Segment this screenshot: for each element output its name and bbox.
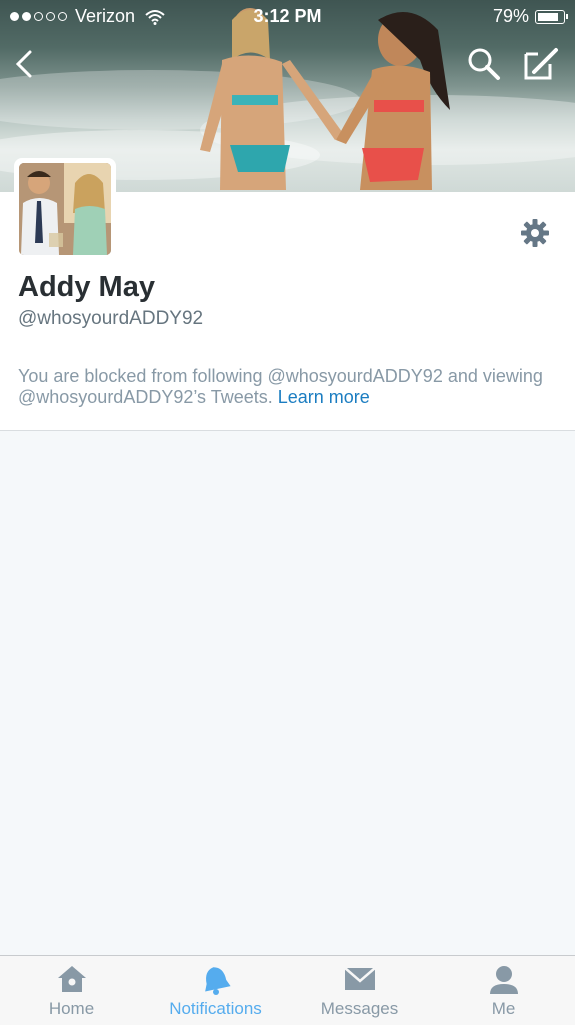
envelope-icon bbox=[343, 967, 376, 990]
gear-icon[interactable] bbox=[520, 218, 550, 248]
search-icon[interactable] bbox=[466, 46, 502, 82]
back-icon[interactable] bbox=[10, 46, 40, 82]
tab-messages[interactable]: Messages bbox=[288, 956, 431, 1025]
tab-me[interactable]: Me bbox=[432, 956, 575, 1025]
tab-me-label: Me bbox=[491, 999, 516, 1018]
avatar-photo bbox=[19, 163, 111, 255]
tab-home[interactable]: Home bbox=[0, 956, 143, 1025]
tab-messages-label: Messages bbox=[320, 999, 399, 1018]
status-bar: Verizon 3:12 PM 79% bbox=[0, 0, 575, 34]
battery-icon bbox=[535, 9, 568, 24]
learn-more-link[interactable]: Learn more bbox=[278, 387, 370, 407]
tab-notifications-label: Notifications bbox=[169, 999, 262, 1018]
profile-handle: @whosyourdADDY92 bbox=[18, 308, 204, 329]
tab-notifications[interactable]: Notifications bbox=[144, 956, 287, 1025]
profile-name: Addy May bbox=[18, 271, 155, 303]
blocked-notice: You are blocked from following @whosyour… bbox=[18, 366, 558, 408]
compose-icon[interactable] bbox=[522, 46, 560, 82]
home-icon bbox=[57, 966, 86, 992]
person-icon bbox=[489, 966, 518, 994]
tab-home-label: Home bbox=[48, 999, 95, 1018]
avatar[interactable] bbox=[14, 158, 116, 260]
battery-percent: 79% bbox=[492, 6, 529, 26]
clock: 3:12 PM bbox=[253, 6, 322, 26]
bell-icon bbox=[204, 967, 231, 995]
tab-bar: Home Notifications Messages Me bbox=[0, 955, 575, 1025]
